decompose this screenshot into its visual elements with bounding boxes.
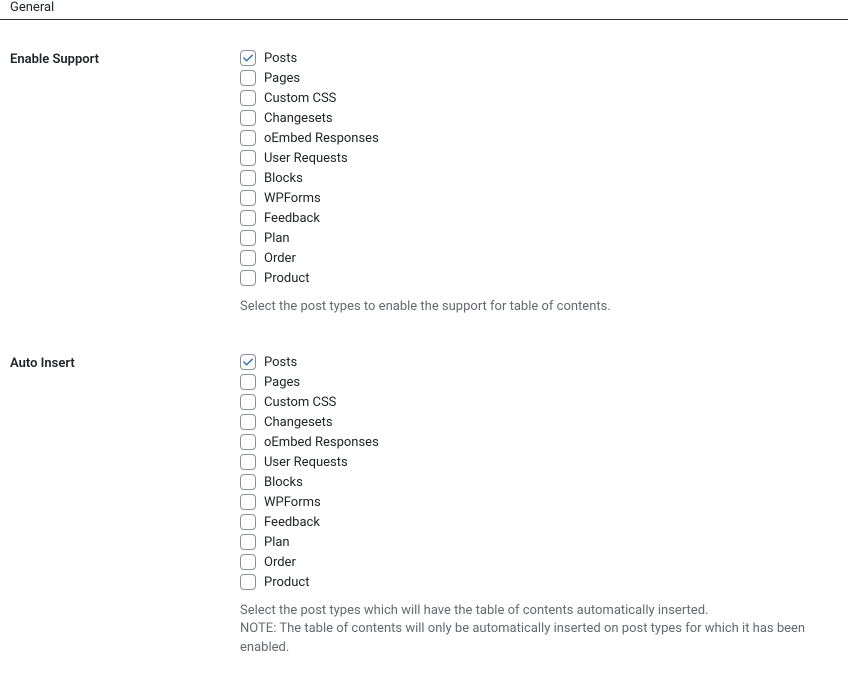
checkbox[interactable]	[240, 270, 256, 286]
checkbox-row: Pages	[240, 68, 838, 88]
row-field-enable-support: Posts Pages Custom CSS Changesets oEmbed Res…	[230, 42, 848, 346]
section-header: General	[0, 0, 848, 20]
checkbox-label[interactable]: WPForms	[264, 495, 321, 510]
checkbox-row: Posts	[240, 48, 838, 68]
checkbox[interactable]	[240, 434, 256, 450]
checkbox[interactable]	[240, 70, 256, 86]
checkbox-label[interactable]: Order	[264, 251, 296, 266]
checkbox-label[interactable]: Posts	[264, 355, 297, 370]
checkbox-row: Changesets	[240, 412, 838, 432]
settings-row-enable-support: Enable Support Posts Pages Custom CSS Change…	[0, 42, 848, 346]
checkbox-row: Product	[240, 268, 838, 288]
checkbox-row: Pages	[240, 372, 838, 392]
checkbox-label[interactable]: Changesets	[264, 111, 333, 126]
checkbox-label[interactable]: Feedback	[264, 515, 320, 530]
checkbox-row: Custom CSS	[240, 88, 838, 108]
checkbox-row: Custom CSS	[240, 392, 838, 412]
checkbox[interactable]	[240, 574, 256, 590]
settings-row-auto-insert: Auto Insert Posts Pages Custom CSS Changeset…	[0, 346, 848, 687]
checkbox-row: User Requests	[240, 148, 838, 168]
settings-table: Enable Support Posts Pages Custom CSS Change…	[0, 42, 848, 687]
checkbox-label[interactable]: Custom CSS	[264, 395, 336, 410]
checkbox-label[interactable]: Product	[264, 575, 309, 590]
checkbox-label[interactable]: Product	[264, 271, 309, 286]
note: NOTE: The table of contents will only be…	[240, 620, 838, 656]
checkbox[interactable]	[240, 190, 256, 206]
checkbox[interactable]	[240, 354, 256, 370]
checkbox-label[interactable]: Posts	[264, 51, 297, 66]
row-label-auto-insert: Auto Insert	[0, 346, 230, 687]
checkbox[interactable]	[240, 454, 256, 470]
checkbox-label[interactable]: Pages	[264, 71, 300, 86]
checkbox-row: Order	[240, 552, 838, 572]
checkbox[interactable]	[240, 414, 256, 430]
checkbox-row: User Requests	[240, 452, 838, 472]
checkbox-row: Changesets	[240, 108, 838, 128]
checkbox[interactable]	[240, 170, 256, 186]
checkbox[interactable]	[240, 474, 256, 490]
checkbox-label[interactable]: User Requests	[264, 455, 348, 470]
checkbox-label[interactable]: Pages	[264, 375, 300, 390]
checkbox-label[interactable]: Feedback	[264, 211, 320, 226]
checkbox[interactable]	[240, 90, 256, 106]
checkbox[interactable]	[240, 494, 256, 510]
checkbox-row: WPForms	[240, 492, 838, 512]
checkbox-row: Plan	[240, 532, 838, 552]
checkbox-label[interactable]: User Requests	[264, 151, 348, 166]
checkbox-row: Posts	[240, 352, 838, 372]
checkbox[interactable]	[240, 374, 256, 390]
row-label-enable-support: Enable Support	[0, 42, 230, 346]
checkbox[interactable]	[240, 230, 256, 246]
checkbox[interactable]	[240, 394, 256, 410]
description: Select the post types to enable the supp…	[240, 298, 838, 316]
checkbox-label[interactable]: oEmbed Responses	[264, 131, 379, 146]
checkbox-row: Blocks	[240, 168, 838, 188]
checkbox-label[interactable]: WPForms	[264, 191, 321, 206]
checkbox-label[interactable]: Changesets	[264, 415, 333, 430]
checkbox-label[interactable]: oEmbed Responses	[264, 435, 379, 450]
note-prefix: NOTE:	[240, 621, 276, 636]
checkbox-label[interactable]: Custom CSS	[264, 91, 336, 106]
checkbox-row: Plan	[240, 228, 838, 248]
checkbox-row: Order	[240, 248, 838, 268]
checkbox-label[interactable]: Blocks	[264, 171, 303, 186]
checkbox[interactable]	[240, 130, 256, 146]
checkbox[interactable]	[240, 534, 256, 550]
checkbox[interactable]	[240, 554, 256, 570]
checkbox-label[interactable]: Blocks	[264, 475, 303, 490]
checkbox-label[interactable]: Order	[264, 555, 296, 570]
note-text: The table of contents will only be autom…	[240, 621, 805, 654]
checkbox-row: Feedback	[240, 208, 838, 228]
row-field-auto-insert: Posts Pages Custom CSS Changesets oEmbed Res…	[230, 346, 848, 687]
checkbox[interactable]	[240, 210, 256, 226]
checkbox-row: WPForms	[240, 188, 838, 208]
checkbox[interactable]	[240, 250, 256, 266]
checkbox-row: Product	[240, 572, 838, 592]
checkbox-row: oEmbed Responses	[240, 128, 838, 148]
description: Select the post types which will have th…	[240, 602, 838, 620]
checkbox[interactable]	[240, 150, 256, 166]
checkbox[interactable]	[240, 50, 256, 66]
checkbox-label[interactable]: Plan	[264, 535, 290, 550]
checkbox-row: oEmbed Responses	[240, 432, 838, 452]
checkbox[interactable]	[240, 110, 256, 126]
checkbox[interactable]	[240, 514, 256, 530]
checkbox-label[interactable]: Plan	[264, 231, 290, 246]
checkbox-row: Feedback	[240, 512, 838, 532]
checkbox-row: Blocks	[240, 472, 838, 492]
